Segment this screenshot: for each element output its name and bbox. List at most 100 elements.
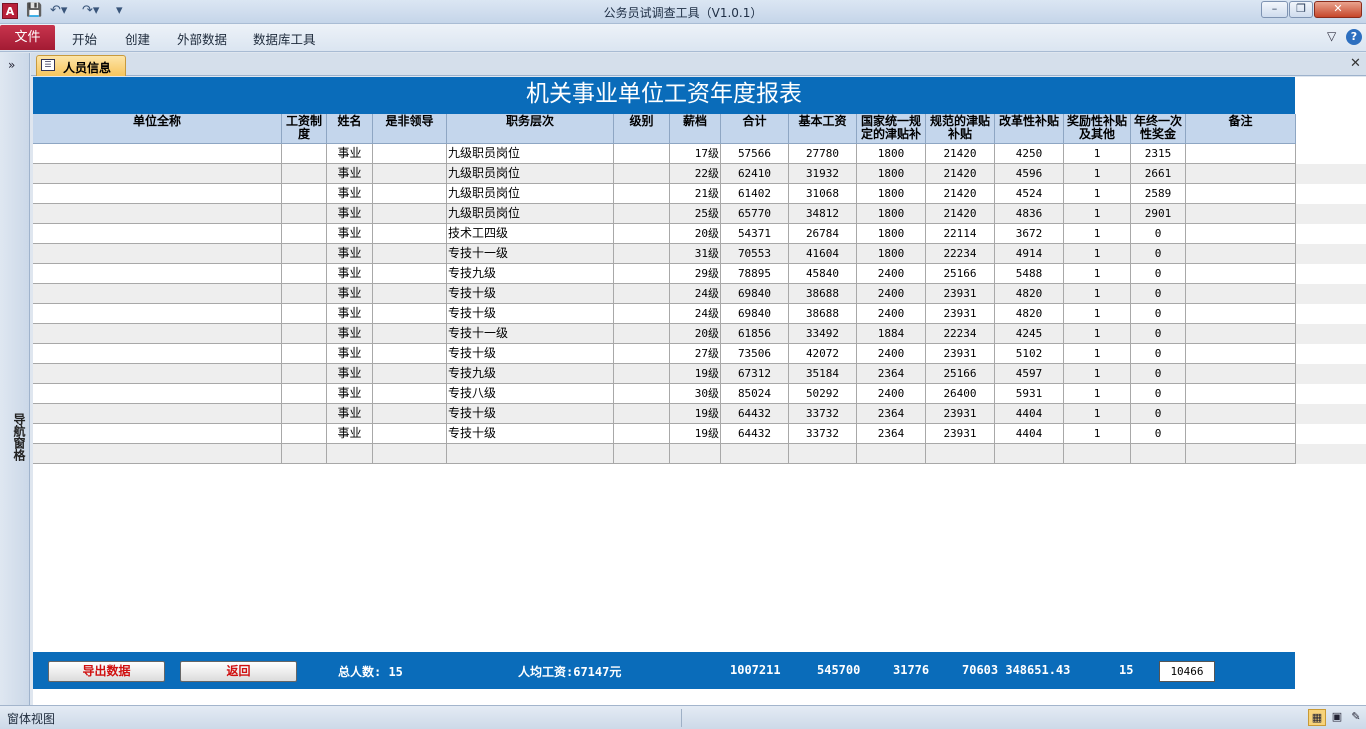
cell-reform-subsidy[interactable]: 4404	[995, 404, 1064, 424]
cell-grade[interactable]	[614, 224, 670, 244]
cell-basic-salary[interactable]: 35184	[789, 364, 857, 384]
cell-salary-step[interactable]	[670, 444, 721, 464]
cell-unit-name[interactable]	[33, 264, 282, 284]
layout-view-icon[interactable]: ▣	[1328, 709, 1346, 726]
cell-name[interactable]: 事业	[327, 184, 373, 204]
cell-position-level[interactable]: 专技九级	[447, 364, 614, 384]
cell-position-level[interactable]: 专技十级	[447, 424, 614, 444]
cell-yearend-bonus[interactable]: 2661	[1131, 164, 1186, 184]
cell-standard-allowance[interactable]: 21420	[926, 184, 995, 204]
table-row[interactable]: 事业 九级职员岗位 17级 57566 27780 1800 21420 4250 1 2315	[33, 144, 1296, 164]
tab-personnel-info[interactable]: ☰ 人员信息	[36, 55, 126, 76]
cell-remarks[interactable]	[1186, 264, 1296, 284]
cell-remarks[interactable]	[1186, 224, 1296, 244]
cell-remarks[interactable]	[1186, 284, 1296, 304]
sum-yearend-field[interactable]: 10466	[1159, 661, 1215, 682]
cell-grade[interactable]	[614, 264, 670, 284]
cell-national-allowance[interactable]: 1800	[857, 204, 926, 224]
cell-remarks[interactable]	[1186, 304, 1296, 324]
cell-name[interactable]: 事业	[327, 324, 373, 344]
cell-salary-step[interactable]: 24级	[670, 284, 721, 304]
cell-yearend-bonus[interactable]: 2589	[1131, 184, 1186, 204]
cell-position-level[interactable]	[447, 444, 614, 464]
cell-unit-name[interactable]	[33, 144, 282, 164]
cell-bonus-other[interactable]: 1	[1064, 184, 1131, 204]
cell-national-allowance[interactable]: 2400	[857, 344, 926, 364]
cell-reform-subsidy[interactable]: 3672	[995, 224, 1064, 244]
export-data-button[interactable]: 导出数据	[48, 661, 165, 682]
cell-name[interactable]: 事业	[327, 224, 373, 244]
cell-basic-salary[interactable]: 41604	[789, 244, 857, 264]
cell-grade[interactable]	[614, 404, 670, 424]
column-header-basic-salary[interactable]: 基本工资	[789, 114, 857, 144]
cell-salary-system[interactable]	[282, 384, 327, 404]
cell-standard-allowance[interactable]: 23931	[926, 284, 995, 304]
cell-bonus-other[interactable]: 1	[1064, 404, 1131, 424]
table-row[interactable]: 事业 九级职员岗位 25级 65770 34812 1800 21420 4836 1 2901	[33, 204, 1296, 224]
cell-unit-name[interactable]	[33, 424, 282, 444]
table-row[interactable]	[33, 444, 1296, 464]
cell-remarks[interactable]	[1186, 184, 1296, 204]
cell-yearend-bonus[interactable]: 0	[1131, 244, 1186, 264]
cell-salary-system[interactable]	[282, 364, 327, 384]
column-header-name[interactable]: 姓名	[327, 114, 373, 144]
cell-total[interactable]: 54371	[721, 224, 789, 244]
cell-total[interactable]: 73506	[721, 344, 789, 364]
cell-national-allowance[interactable]: 2400	[857, 304, 926, 324]
cell-bonus-other[interactable]: 1	[1064, 344, 1131, 364]
column-header-leader-flag[interactable]: 是非领导	[373, 114, 447, 144]
cell-yearend-bonus[interactable]: 0	[1131, 284, 1186, 304]
cell-standard-allowance[interactable]: 25166	[926, 264, 995, 284]
column-header-remarks[interactable]: 备注	[1186, 114, 1296, 144]
table-row[interactable]: 事业 专技八级 30级 85024 50292 2400 26400 5931 1 0	[33, 384, 1296, 404]
tab-file[interactable]: 文件	[0, 25, 55, 50]
cell-standard-allowance[interactable]: 21420	[926, 204, 995, 224]
cell-position-level[interactable]: 专技八级	[447, 384, 614, 404]
cell-unit-name[interactable]	[33, 404, 282, 424]
cell-remarks[interactable]	[1186, 144, 1296, 164]
cell-remarks[interactable]	[1186, 404, 1296, 424]
cell-salary-system[interactable]	[282, 144, 327, 164]
cell-salary-system[interactable]	[282, 304, 327, 324]
cell-leader-flag[interactable]	[373, 324, 447, 344]
cell-bonus-other[interactable]: 1	[1064, 364, 1131, 384]
cell-grade[interactable]	[614, 204, 670, 224]
cell-total[interactable]: 67312	[721, 364, 789, 384]
cell-salary-system[interactable]	[282, 444, 327, 464]
tab-create[interactable]: 创建	[125, 29, 150, 48]
cell-yearend-bonus[interactable]: 2901	[1131, 204, 1186, 224]
cell-position-level[interactable]: 专技十级	[447, 344, 614, 364]
cell-position-level[interactable]: 专技十一级	[447, 244, 614, 264]
cell-leader-flag[interactable]	[373, 344, 447, 364]
cell-salary-step[interactable]: 22级	[670, 164, 721, 184]
cell-national-allowance[interactable]: 2400	[857, 264, 926, 284]
nav-expand-icon[interactable]: »	[8, 58, 15, 72]
cell-leader-flag[interactable]	[373, 284, 447, 304]
cell-bonus-other[interactable]: 1	[1064, 284, 1131, 304]
cell-remarks[interactable]	[1186, 424, 1296, 444]
cell-salary-system[interactable]	[282, 184, 327, 204]
cell-national-allowance[interactable]	[857, 444, 926, 464]
cell-yearend-bonus[interactable]: 2315	[1131, 144, 1186, 164]
table-row[interactable]: 事业 专技十级 24级 69840 38688 2400 23931 4820 1 0	[33, 304, 1296, 324]
cell-leader-flag[interactable]	[373, 264, 447, 284]
cell-unit-name[interactable]	[33, 384, 282, 404]
cell-yearend-bonus[interactable]: 0	[1131, 344, 1186, 364]
cell-basic-salary[interactable]: 50292	[789, 384, 857, 404]
cell-standard-allowance[interactable]: 21420	[926, 164, 995, 184]
cell-leader-flag[interactable]	[373, 244, 447, 264]
cell-position-level[interactable]: 九级职员岗位	[447, 184, 614, 204]
cell-reform-subsidy[interactable]	[995, 444, 1064, 464]
cell-salary-system[interactable]	[282, 224, 327, 244]
cell-total[interactable]: 57566	[721, 144, 789, 164]
cell-yearend-bonus[interactable]: 0	[1131, 404, 1186, 424]
cell-basic-salary[interactable]: 33732	[789, 404, 857, 424]
table-row[interactable]: 事业 专技十级 19级 64432 33732 2364 23931 4404 1 0	[33, 424, 1296, 444]
cell-salary-step[interactable]: 21级	[670, 184, 721, 204]
table-row[interactable]: 事业 技术工四级 20级 54371 26784 1800 22114 3672 1 0	[33, 224, 1296, 244]
cell-salary-system[interactable]	[282, 424, 327, 444]
cell-total[interactable]: 65770	[721, 204, 789, 224]
restore-button[interactable]: ❐	[1289, 1, 1313, 18]
cell-leader-flag[interactable]	[373, 364, 447, 384]
cell-total[interactable]: 64432	[721, 424, 789, 444]
